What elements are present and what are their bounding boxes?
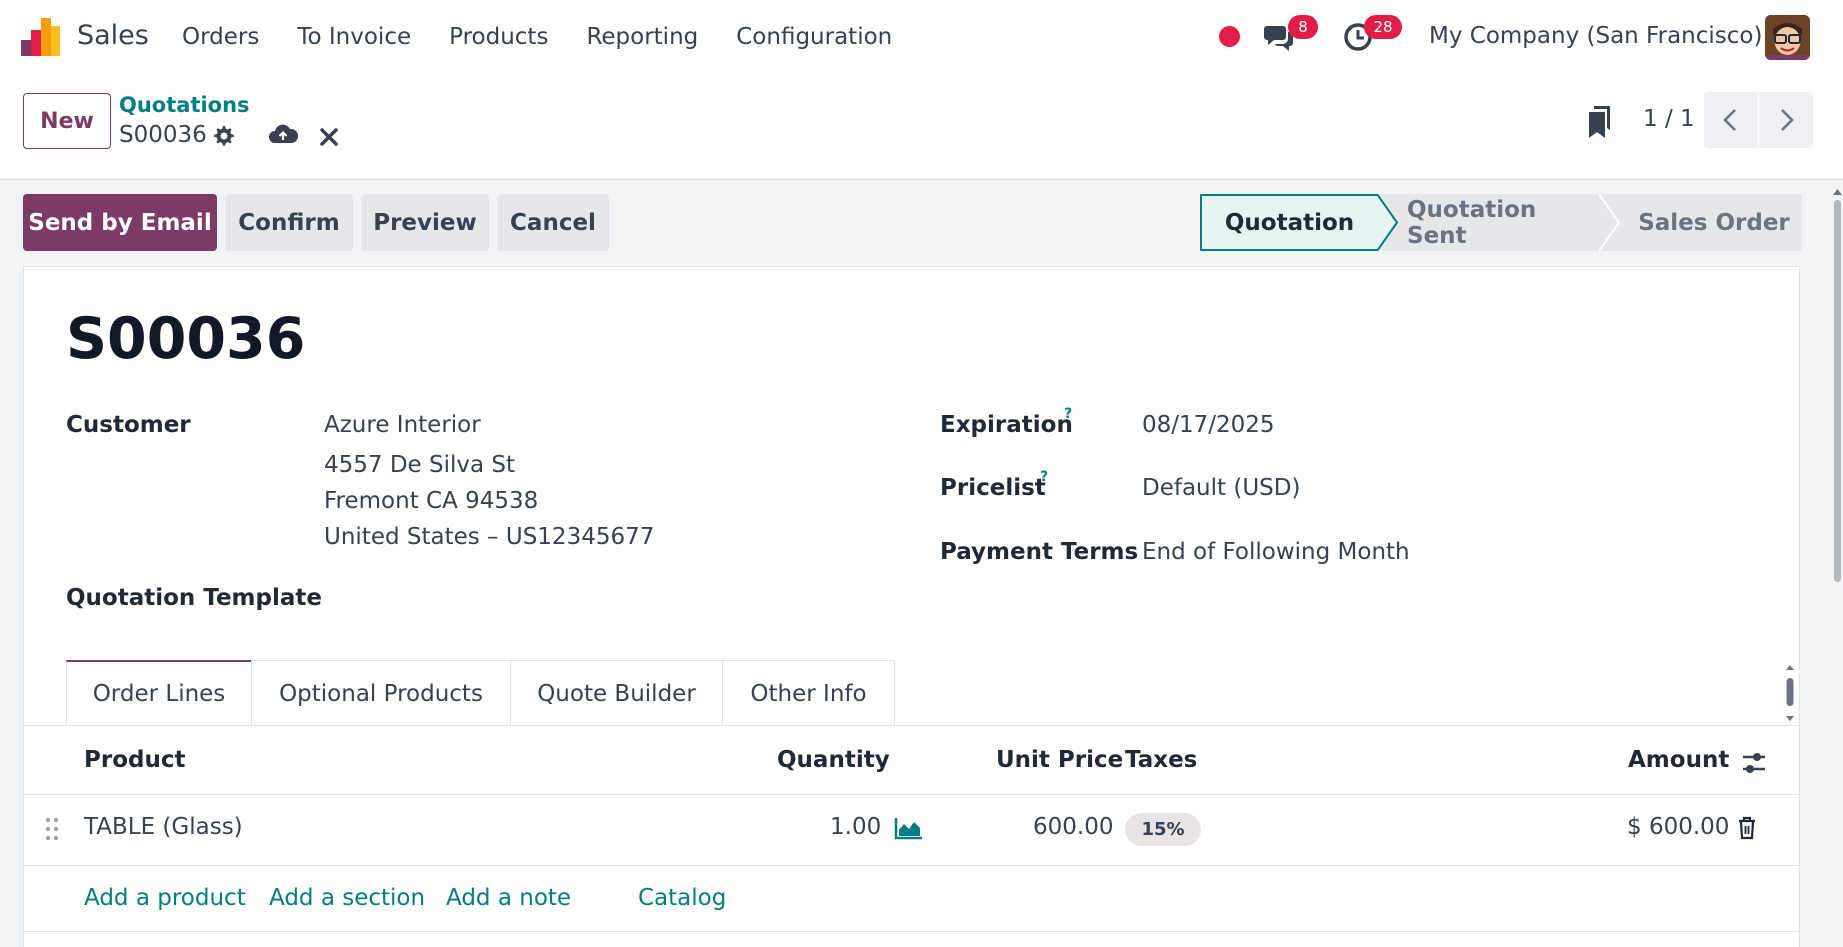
menu-configuration[interactable]: Configuration xyxy=(736,24,892,50)
customer-city: Fremont CA 94538 xyxy=(324,488,539,514)
line-quantity[interactable]: 1.00 xyxy=(830,814,881,840)
column-settings-sliders-icon[interactable] xyxy=(1741,751,1767,775)
recording-indicator-icon[interactable] xyxy=(1219,26,1240,47)
quotation-template-label: Quotation Template xyxy=(66,585,322,611)
chevron-left-icon xyxy=(1723,109,1736,131)
tabs-baseline xyxy=(23,725,1800,726)
line-row-divider xyxy=(23,865,1800,866)
customer-name[interactable]: Azure Interior xyxy=(324,412,481,438)
status-bar: Quotation Quotation Sent Sales Order xyxy=(1200,194,1802,251)
preview-button[interactable]: Preview xyxy=(361,194,489,251)
breadcrumb-quotations[interactable]: Quotations xyxy=(119,93,250,117)
add-product-link[interactable]: Add a product xyxy=(84,885,246,911)
menu-reporting[interactable]: Reporting xyxy=(586,24,698,50)
new-button[interactable]: New xyxy=(23,93,111,149)
tab-optional-products[interactable]: Optional Products xyxy=(251,660,511,726)
bookmark-icon[interactable] xyxy=(1587,104,1613,140)
pager-previous-button[interactable] xyxy=(1704,92,1758,148)
top-navbar: Sales Orders To Invoice Products Reporti… xyxy=(0,0,1843,74)
trash-icon[interactable] xyxy=(1737,816,1757,840)
pager-value[interactable]: 1 / 1 xyxy=(1643,106,1695,132)
tab-other-info[interactable]: Other Info xyxy=(722,660,895,726)
notebook-tabs: Order Lines Optional Products Quote Buil… xyxy=(66,660,895,726)
expiration-field[interactable]: 08/17/2025 xyxy=(1142,412,1275,438)
confirm-button[interactable]: Confirm xyxy=(225,194,353,251)
forecast-chart-icon[interactable] xyxy=(894,816,924,840)
tab-quote-builder[interactable]: Quote Builder xyxy=(510,660,723,726)
catalog-link[interactable]: Catalog xyxy=(638,885,726,911)
save-cloud-icon[interactable] xyxy=(268,123,298,147)
column-amount[interactable]: Amount xyxy=(1628,747,1729,773)
user-avatar[interactable] xyxy=(1765,15,1810,60)
stage-arrow-top-border xyxy=(1375,194,1377,251)
column-taxes[interactable]: Taxes xyxy=(1125,747,1197,773)
pager-next-button[interactable] xyxy=(1759,92,1813,148)
document-title: S00036 xyxy=(66,306,306,372)
header-row-divider xyxy=(23,794,1800,795)
line-amount: $ 600.00 xyxy=(1627,814,1730,840)
breadcrumb-current: S00036 xyxy=(119,122,207,148)
cancel-button[interactable]: Cancel xyxy=(497,194,609,251)
stage-arrow-sent xyxy=(1599,194,1621,251)
expiration-help-icon[interactable]: ? xyxy=(1064,406,1072,422)
line-unit-price[interactable]: 600.00 xyxy=(1033,814,1113,840)
pricelist-field[interactable]: Default (USD) xyxy=(1142,475,1300,501)
menu-to-invoice[interactable]: To Invoice xyxy=(297,24,411,50)
pricelist-help-icon[interactable]: ? xyxy=(1040,469,1048,485)
main-menu: Orders To Invoice Products Reporting Con… xyxy=(182,24,930,50)
gear-icon[interactable] xyxy=(211,124,235,148)
stage-sales-order[interactable]: Sales Order xyxy=(1602,194,1802,251)
customer-label: Customer xyxy=(66,412,191,438)
payment-terms-label: Payment Terms xyxy=(940,539,1139,565)
activities-badge: 28 xyxy=(1364,15,1402,39)
send-by-email-button[interactable]: Send by Email xyxy=(23,194,217,251)
column-product[interactable]: Product xyxy=(84,747,185,773)
menu-products[interactable]: Products xyxy=(449,24,548,50)
app-name[interactable]: Sales xyxy=(77,20,149,51)
tabs-scrollbar[interactable] xyxy=(1785,664,1795,722)
discard-close-icon[interactable] xyxy=(318,126,340,148)
customer-country: United States – US12345677 xyxy=(324,524,655,550)
column-unit-price[interactable]: Unit Price xyxy=(996,747,1123,773)
expiration-label: Expiration xyxy=(940,412,1073,438)
column-quantity[interactable]: Quantity xyxy=(777,747,890,773)
tab-order-lines[interactable]: Order Lines xyxy=(66,660,252,726)
company-switcher[interactable]: My Company (San Francisco) xyxy=(1429,23,1762,49)
add-row-divider xyxy=(23,931,1800,932)
page-scrollbar-thumb[interactable] xyxy=(1834,200,1841,582)
stage-quotation[interactable]: Quotation xyxy=(1200,194,1377,251)
customer-street: 4557 De Silva St xyxy=(324,452,516,478)
chevron-right-icon xyxy=(1781,109,1794,131)
add-section-link[interactable]: Add a section xyxy=(269,885,425,911)
messages-badge: 8 xyxy=(1288,15,1318,39)
drag-handle-icon[interactable] xyxy=(44,816,60,842)
payment-terms-field[interactable]: End of Following Month xyxy=(1142,539,1410,565)
menu-orders[interactable]: Orders xyxy=(182,24,259,50)
tax-badge[interactable]: 15% xyxy=(1125,813,1201,846)
pricelist-label: Pricelist xyxy=(940,475,1046,501)
add-note-link[interactable]: Add a note xyxy=(446,885,571,911)
sales-app-icon[interactable] xyxy=(21,18,61,56)
line-product[interactable]: TABLE (Glass) xyxy=(84,814,243,840)
